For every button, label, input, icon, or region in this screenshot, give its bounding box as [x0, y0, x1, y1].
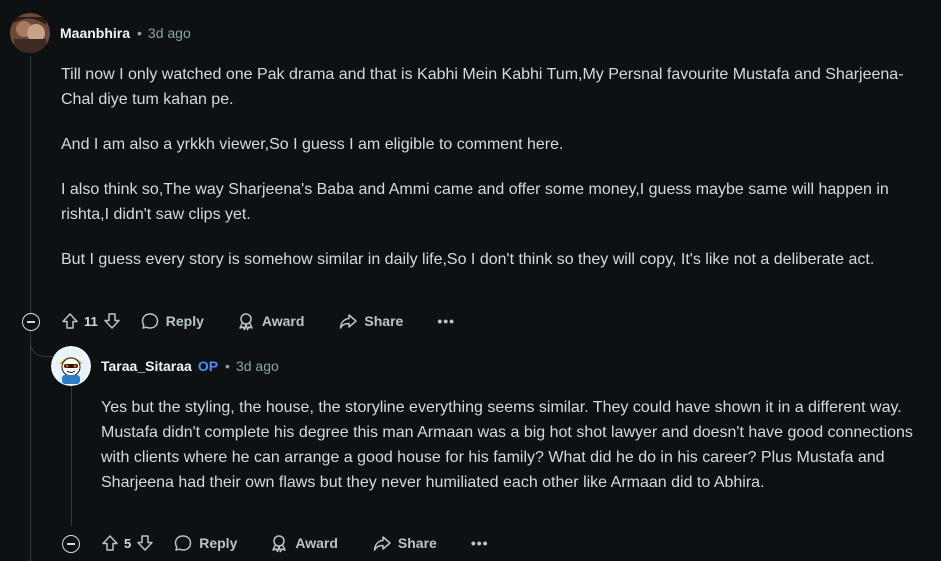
share-label: Share: [397, 535, 437, 551]
vote-score: 11: [84, 313, 98, 329]
more-options-button[interactable]: •••: [471, 535, 489, 551]
arrow-up-icon[interactable]: [60, 311, 80, 331]
thread-line[interactable]: [30, 56, 31, 561]
share-arrow-icon: [338, 311, 358, 331]
arrow-up-icon[interactable]: [100, 533, 120, 553]
collapse-minus-icon: [67, 543, 75, 545]
comment-actions: 5 Reply Award Share •••: [100, 533, 489, 553]
collapse-thread-button[interactable]: [62, 535, 80, 553]
collapse-minus-icon: [27, 321, 35, 323]
user-avatar[interactable]: [51, 346, 91, 386]
speech-bubble-icon: [173, 533, 193, 553]
collapse-thread-button[interactable]: [22, 313, 40, 331]
comment-paragraph: Yes but the styling, the house, the stor…: [101, 399, 913, 491]
reply-label: Reply: [199, 535, 238, 551]
award-label: Award: [261, 313, 305, 329]
share-label: Share: [364, 313, 404, 329]
speech-bubble-icon: [140, 311, 160, 331]
comment-actions: 11 Reply Award Share •••: [60, 311, 455, 331]
arrow-down-icon[interactable]: [135, 533, 155, 553]
comment-paragraph: Till now I only watched one Pak drama an…: [61, 66, 904, 108]
comment-author[interactable]: Taraa_Sitaraa: [101, 358, 192, 374]
comment-author[interactable]: Maanbhira: [60, 25, 130, 41]
award-ribbon-icon: [236, 311, 256, 331]
share-arrow-icon: [372, 533, 392, 553]
reply-label: Reply: [165, 313, 204, 329]
meta-separator: •: [225, 358, 230, 374]
thread-branch-line: [30, 330, 53, 357]
vote-score: 5: [124, 535, 132, 551]
comment-header: Taraa_Sitaraa OP • 3d ago: [51, 346, 279, 386]
comment-body: Yes but the styling, the house, the stor…: [101, 395, 926, 515]
arrow-down-icon[interactable]: [102, 311, 122, 331]
meta-separator: •: [137, 25, 142, 41]
comment-paragraph: And I am also a yrkkh viewer,So I guess …: [61, 136, 564, 153]
comment-header: Maanbhira • 3d ago: [10, 13, 191, 53]
comment-timestamp[interactable]: 3d ago: [236, 358, 279, 374]
award-label: Award: [295, 535, 338, 551]
op-badge: OP: [197, 358, 219, 374]
comment-body: Till now I only watched one Pak drama an…: [61, 62, 921, 292]
comment-paragraph: I also think so,The way Sharjeena's Baba…: [61, 181, 889, 223]
more-options-button[interactable]: •••: [437, 313, 455, 329]
comment-thread: Maanbhira • 3d ago Till now I only watch…: [0, 0, 941, 561]
award-ribbon-icon: [269, 533, 289, 553]
user-avatar[interactable]: [10, 13, 50, 53]
reply-thread-line[interactable]: [71, 386, 72, 526]
award-button[interactable]: Award: [236, 311, 305, 331]
comment-paragraph: But I guess every story is somehow simil…: [61, 251, 875, 268]
reply-button[interactable]: Reply: [173, 533, 237, 553]
share-button[interactable]: Share: [372, 533, 437, 553]
comment-timestamp[interactable]: 3d ago: [148, 25, 191, 41]
reply-button[interactable]: Reply: [140, 311, 204, 331]
award-button[interactable]: Award: [269, 533, 338, 553]
share-button[interactable]: Share: [338, 311, 403, 331]
